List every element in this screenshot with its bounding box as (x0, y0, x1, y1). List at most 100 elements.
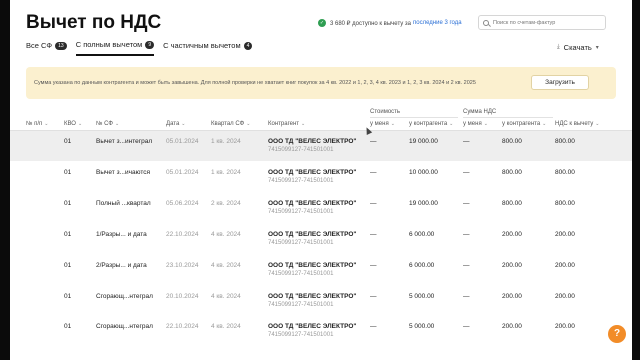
cell-contractor: ООО ТД "ВЕЛЕС ЭЛЕКТРО" (268, 200, 357, 207)
download-label: Скачать (563, 43, 592, 52)
col-vat-deduct[interactable]: НДС к вычету ⌄ (555, 121, 599, 127)
cell-vat-me: — (463, 262, 470, 269)
cell-date: 05.06.2024 (166, 200, 199, 207)
search-box[interactable] (478, 15, 606, 30)
help-button[interactable]: ? (608, 325, 626, 343)
warning-banner: Сумма указана по данным контрагента и мо… (26, 67, 616, 99)
cell-date: 23.10.2024 (166, 262, 199, 269)
table-row[interactable]: 01 Вычет з...интеграл 05.01.2024 1 кв. 2… (10, 131, 632, 161)
sort-icon: ⌄ (595, 121, 600, 127)
upload-button[interactable]: Загрузить (531, 75, 589, 90)
cell-inn: 7415099127-741501001 (268, 209, 334, 215)
cell-contractor: ООО ТД "ВЕЛЕС ЭЛЕКТРО" (268, 323, 357, 330)
col-num[interactable]: № п/п ⌄ (26, 121, 48, 127)
search-icon (483, 19, 489, 26)
cell-contractor: ООО ТД "ВЕЛЕС ЭЛЕКТРО" (268, 231, 357, 238)
sort-icon: ⌄ (301, 121, 306, 127)
app-page: Вычет по НДС ✓ 3 680 ₽ доступно к вычету… (10, 0, 632, 360)
cell-cost-me: — (370, 293, 377, 300)
cell-inn: 7415099127-741501001 (268, 271, 334, 277)
col-label: у меня (370, 121, 389, 127)
count-badge: 4 (243, 41, 253, 50)
cell-sf: Сгорающ...нтеграл (96, 323, 153, 330)
table-row[interactable]: 01 1/Разры... и дата 22.10.2024 4 кв. 20… (10, 224, 632, 254)
cell-cost-me: — (370, 231, 377, 238)
col-label: КВО (64, 121, 76, 127)
cell-date: 05.01.2024 (166, 169, 199, 176)
cell-contractor: ООО ТД "ВЕЛЕС ЭЛЕКТРО" (268, 138, 357, 145)
col-vat-me[interactable]: у меня ⌄ (463, 121, 488, 127)
table-row[interactable]: 01 Полный ...квартал 05.06.2024 2 кв. 20… (10, 193, 632, 223)
download-button[interactable]: ⤓ Скачать ▾ (557, 43, 599, 52)
cell-vat-me: — (463, 138, 470, 145)
table-row[interactable]: 01 Сгорающ...нтеграл 22.10.2024 4 кв. 20… (10, 316, 632, 346)
cell-vat-contractor: 200.00 (502, 293, 522, 300)
tab-bar: Все СФ 13 С полным вычетом 9 С частичным… (26, 40, 261, 56)
tab-label: С полным вычетом (75, 40, 143, 49)
cell-vat-deduct: 200.00 (555, 293, 575, 300)
cell-vat-contractor: 200.00 (502, 231, 522, 238)
cell-cost-me: — (370, 262, 377, 269)
col-label: НДС к вычету (555, 121, 594, 127)
col-cost-me[interactable]: у меня ⌄ (370, 121, 395, 127)
cell-cost-contractor: 19 000.00 (409, 138, 438, 145)
cell-vat-deduct: 800.00 (555, 138, 575, 145)
cell-vat-me: — (463, 293, 470, 300)
period-link[interactable]: последние 3 года (413, 20, 462, 26)
col-contractor[interactable]: Контрагент ⌄ (268, 121, 305, 127)
group-divider (463, 117, 553, 118)
tab-all[interactable]: Все СФ 13 (26, 40, 67, 56)
cell-vat-contractor: 200.00 (502, 323, 522, 330)
cell-vat-deduct: 200.00 (555, 262, 575, 269)
cell-cost-me: — (370, 138, 377, 145)
table-row[interactable]: 01 Сгорающ...нтеграл 20.10.2024 4 кв. 20… (10, 286, 632, 316)
page-title: Вычет по НДС (26, 12, 162, 33)
col-kvo[interactable]: КВО ⌄ (64, 121, 82, 127)
cell-kvo: 01 (64, 169, 72, 176)
table-row[interactable]: 01 2/Разры... и дата 23.10.2024 4 кв. 20… (10, 255, 632, 285)
cell-vat-contractor: 800.00 (502, 200, 522, 207)
cell-contractor: ООО ТД "ВЕЛЕС ЭЛЕКТРО" (268, 169, 357, 176)
cell-quarter: 4 кв. 2024 (211, 262, 241, 269)
cell-vat-me: — (463, 231, 470, 238)
group-cost: Стоимость (370, 109, 401, 115)
sort-icon: ⌄ (246, 121, 251, 127)
cell-vat-deduct: 800.00 (555, 200, 575, 207)
col-vat-contractor[interactable]: у контрагента ⌄ (502, 121, 546, 127)
cell-kvo: 01 (64, 262, 72, 269)
cell-vat-me: — (463, 169, 470, 176)
cell-cost-me: — (370, 200, 377, 207)
col-cost-contractor[interactable]: у контрагента ⌄ (409, 121, 453, 127)
cell-vat-deduct: 200.00 (555, 231, 575, 238)
chevron-down-icon: ▾ (595, 45, 599, 51)
cell-date: 05.01.2024 (166, 138, 199, 145)
tab-full-deduction[interactable]: С полным вычетом 9 (75, 40, 155, 56)
col-label: № п/п (26, 121, 43, 127)
table-row[interactable]: 01 Вычет з...ичаются 05.01.2024 1 кв. 20… (10, 162, 632, 192)
col-label: у контрагента (409, 121, 448, 127)
sort-icon: ⌄ (44, 121, 49, 127)
col-date[interactable]: Дата ⌄ (166, 121, 186, 127)
col-sf[interactable]: № СФ ⌄ (96, 121, 119, 127)
cell-kvo: 01 (64, 200, 72, 207)
cell-sf: Вычет з...интеграл (96, 138, 153, 145)
banner-text: Сумма указана по данным контрагента и мо… (34, 80, 476, 86)
cell-inn: 7415099127-741501001 (268, 302, 334, 308)
tab-partial-deduction[interactable]: С частичным вычетом 4 (163, 40, 253, 56)
cell-sf: Полный ...квартал (96, 200, 151, 207)
sort-icon: ⌄ (390, 121, 395, 127)
col-quarter[interactable]: Квартал СФ ⌄ (211, 121, 250, 127)
cell-quarter: 1 кв. 2024 (211, 138, 241, 145)
cell-quarter: 4 кв. 2024 (211, 231, 241, 238)
col-label: у меня (463, 121, 482, 127)
cell-cost-me: — (370, 323, 377, 330)
tab-label: С частичным вычетом (163, 41, 241, 50)
cell-sf: 2/Разры... и дата (96, 262, 147, 269)
count-badge: 9 (145, 40, 155, 49)
cell-kvo: 01 (64, 323, 72, 330)
cell-kvo: 01 (64, 293, 72, 300)
cell-quarter: 2 кв. 2024 (211, 200, 241, 207)
cell-quarter: 1 кв. 2024 (211, 169, 241, 176)
search-input[interactable] (493, 19, 603, 26)
sort-icon: ⌄ (449, 121, 454, 127)
